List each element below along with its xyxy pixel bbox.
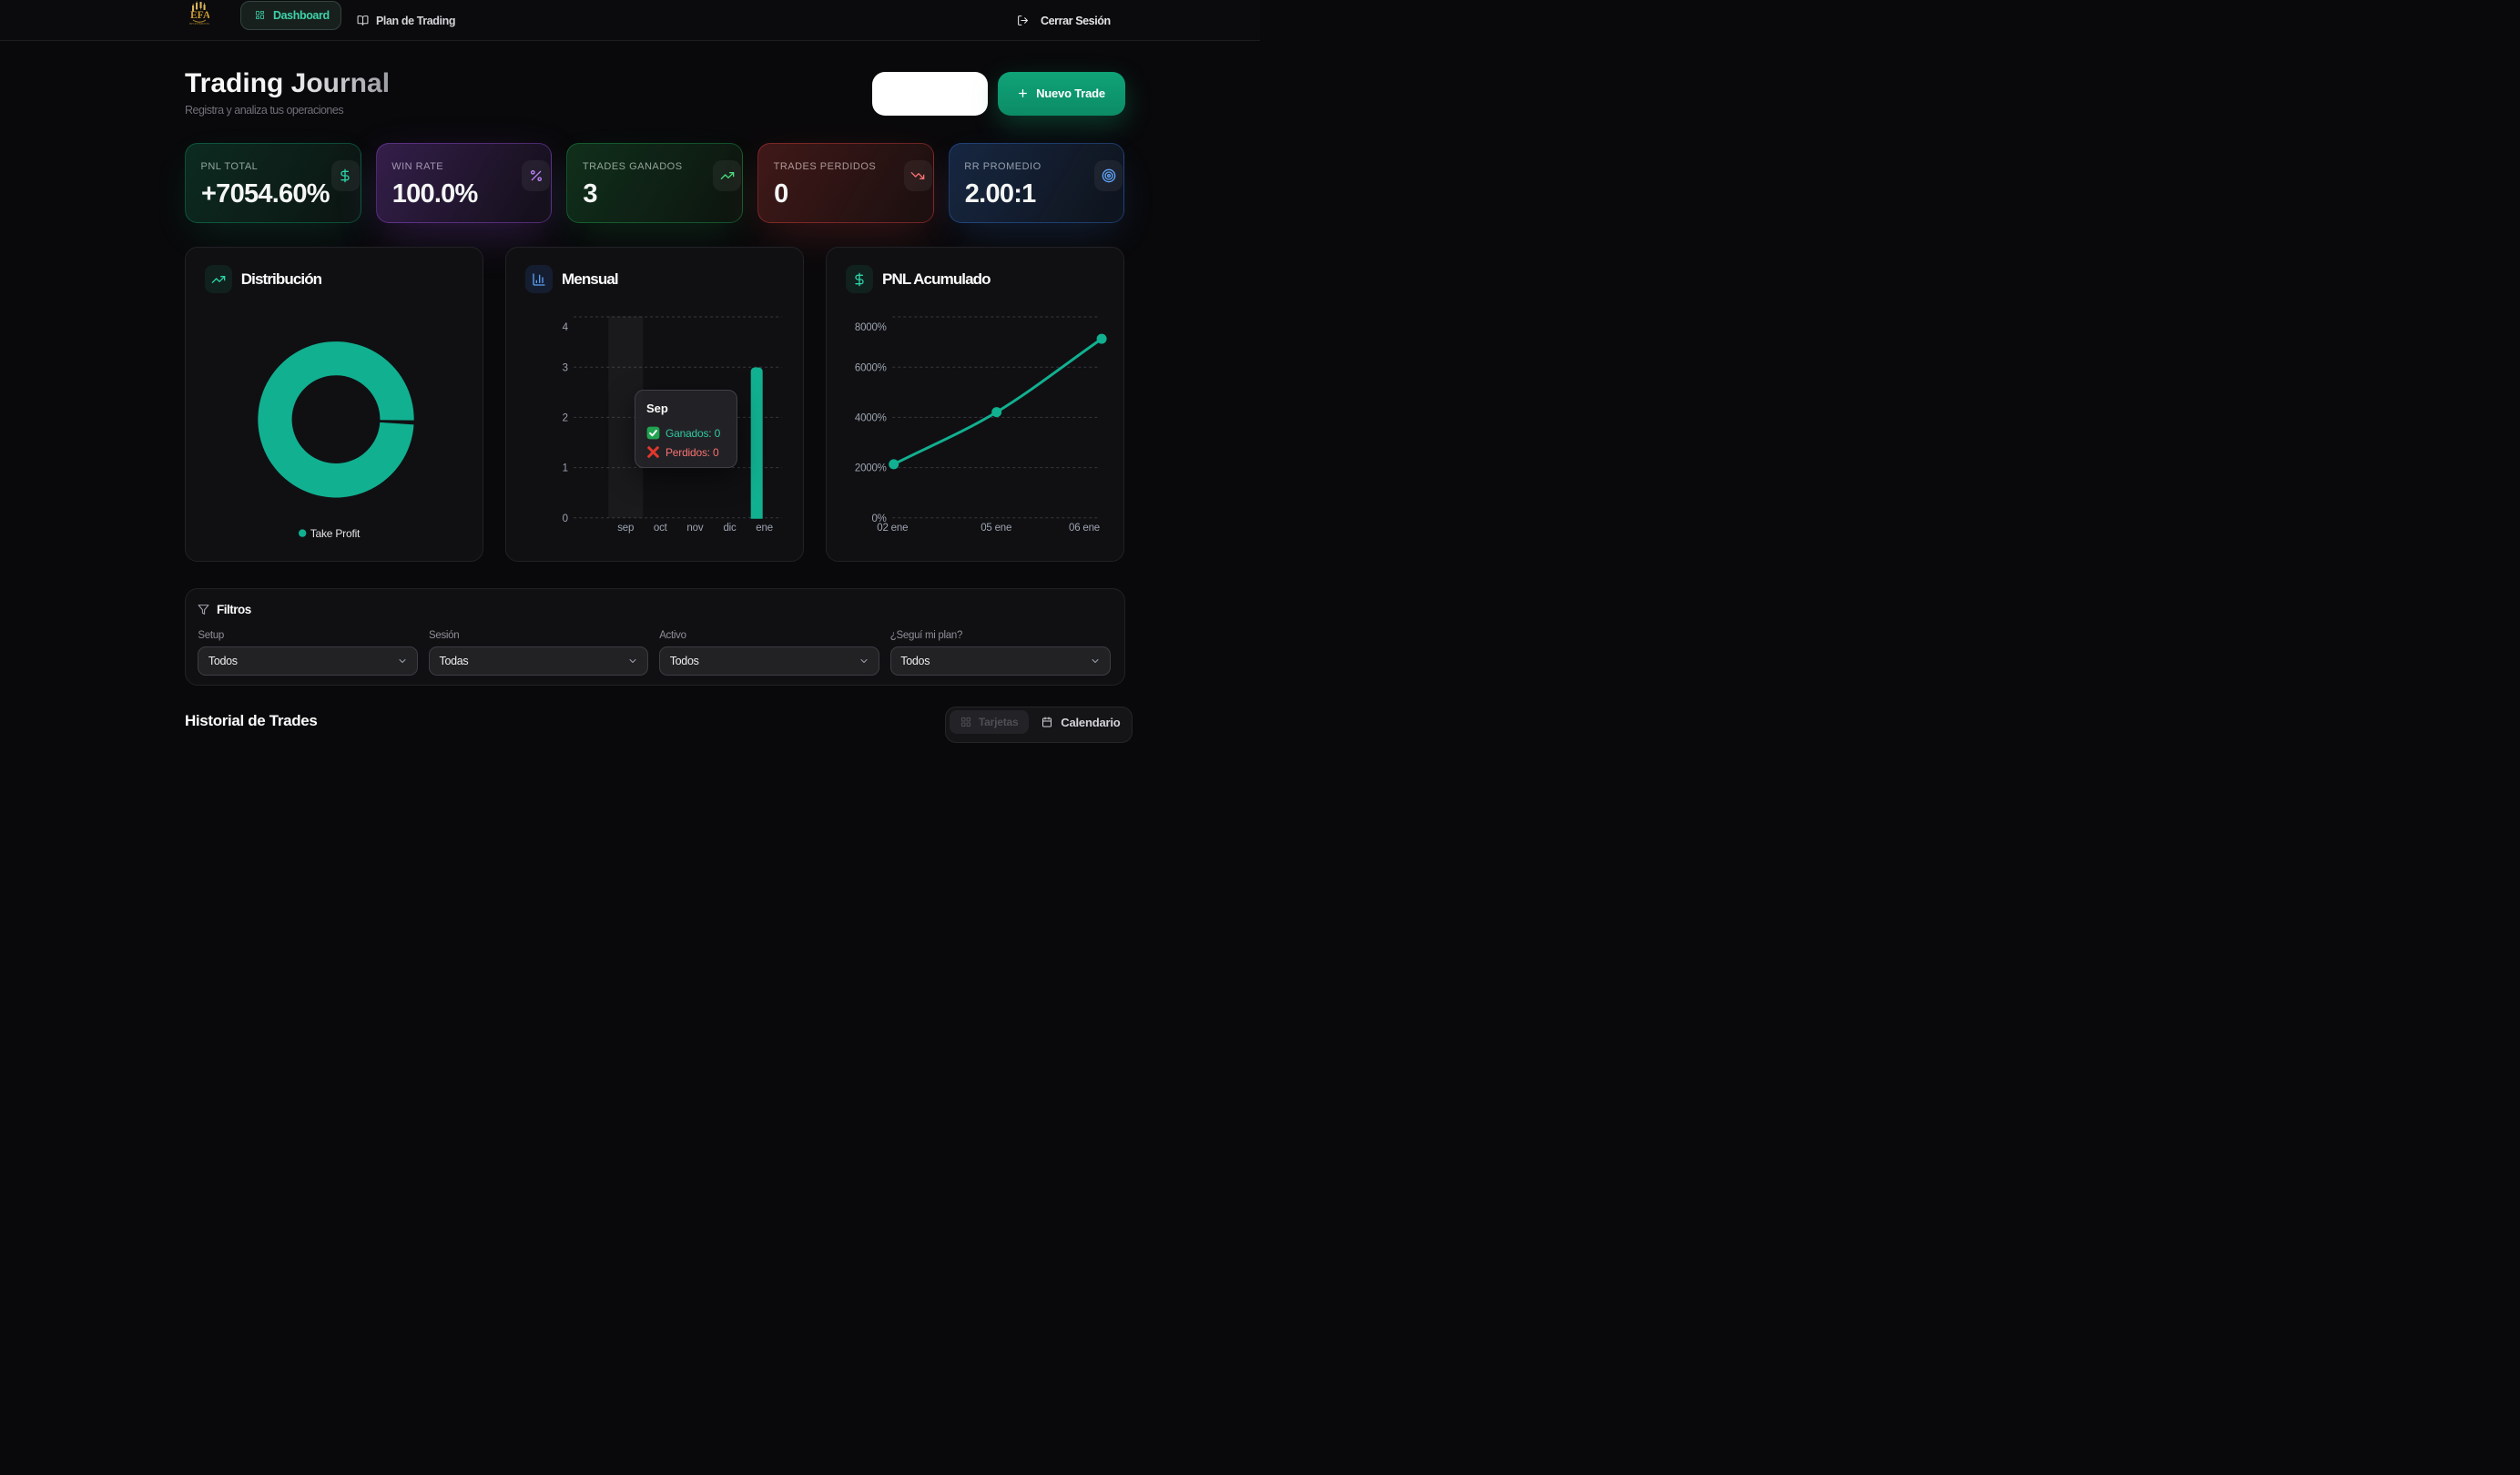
svg-text:4: 4 bbox=[563, 321, 569, 332]
svg-text:oct: oct bbox=[654, 523, 668, 534]
svg-text:ene: ene bbox=[756, 523, 773, 534]
svg-text:EFA: EFA bbox=[190, 10, 209, 21]
svg-text:Take Profit: Take Profit bbox=[310, 526, 361, 539]
svg-text:06 ene: 06 ene bbox=[1069, 523, 1100, 534]
svg-text:2000%: 2000% bbox=[855, 463, 887, 473]
svg-text:dic: dic bbox=[724, 523, 737, 534]
svg-text:nov: nov bbox=[687, 523, 704, 534]
svg-text:2: 2 bbox=[563, 412, 568, 423]
svg-text:0: 0 bbox=[563, 513, 568, 524]
svg-text:1: 1 bbox=[563, 463, 568, 473]
svg-text:4000%: 4000% bbox=[855, 412, 887, 423]
svg-text:INVESTMENTS: INVESTMENTS bbox=[189, 22, 209, 25]
svg-text:3: 3 bbox=[563, 362, 568, 373]
svg-text:8000%: 8000% bbox=[855, 321, 887, 332]
svg-text:6000%: 6000% bbox=[855, 362, 887, 373]
svg-text:02 ene: 02 ene bbox=[878, 523, 909, 534]
svg-text:05 ene: 05 ene bbox=[981, 523, 1012, 534]
svg-text:sep: sep bbox=[617, 523, 634, 534]
